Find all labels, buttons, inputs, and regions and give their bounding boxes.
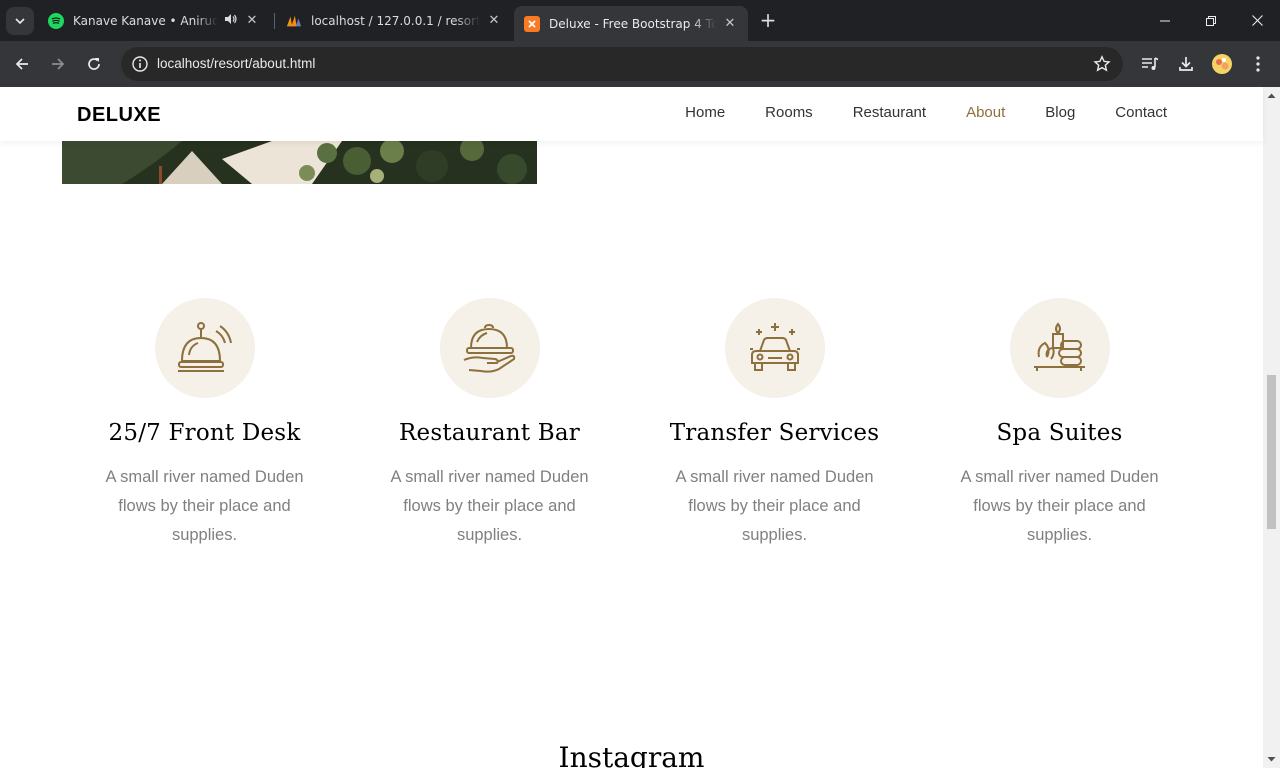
- nav-contact[interactable]: Contact: [1115, 104, 1167, 121]
- new-tab-plus-icon[interactable]: +: [758, 10, 778, 30]
- instagram-heading: Instagram: [558, 741, 705, 768]
- scrollbar-thumb[interactable]: [1267, 375, 1276, 529]
- nav-about[interactable]: About: [966, 104, 1005, 121]
- about-photo: [62, 141, 537, 184]
- close-window-icon[interactable]: [1234, 0, 1280, 41]
- service-title: Spa Suites: [996, 420, 1123, 446]
- reception-bell-icon: [177, 322, 232, 372]
- media-control-icon[interactable]: [1138, 52, 1162, 76]
- spa-stones-icon: [1033, 322, 1085, 371]
- minimize-icon[interactable]: [1142, 0, 1188, 41]
- reload-icon[interactable]: [80, 50, 108, 78]
- page-viewport: DELUXE Home Rooms Restaurant About Blog …: [0, 87, 1280, 768]
- chevron-down-icon: [15, 18, 25, 25]
- bookmark-star-icon[interactable]: [1093, 55, 1111, 77]
- service-card: Restaurant Bar A small river named Duden…: [347, 298, 632, 550]
- service-icon-circle: [724, 298, 825, 398]
- url-text[interactable]: localhost/resort/about.html: [157, 56, 315, 71]
- tab-separator: [274, 13, 275, 29]
- site-navbar: DELUXE Home Rooms Restaurant About Blog …: [0, 87, 1263, 141]
- service-title: Restaurant Bar: [399, 420, 580, 446]
- tab-phpmyadmin[interactable]: localhost / 127.0.0.1 / resort / users ✕: [276, 6, 512, 35]
- tab-strip: Kanave Kanave • Anirudh Ravichander ✕ lo…: [0, 0, 1280, 41]
- service-icon-circle: [1009, 298, 1110, 398]
- service-title: Transfer Services: [669, 420, 880, 446]
- page-scrollbar[interactable]: [1263, 87, 1280, 768]
- close-tab-icon[interactable]: ✕: [244, 13, 260, 28]
- service-text: A small river named Duden flows by their…: [105, 468, 304, 544]
- serving-dish-icon: [463, 323, 515, 373]
- speaker-icon[interactable]: [224, 13, 238, 28]
- download-icon[interactable]: [1174, 52, 1198, 76]
- car-icon: [749, 323, 800, 371]
- site-brand[interactable]: DELUXE: [77, 104, 161, 127]
- spotify-icon: [48, 12, 64, 29]
- service-text: A small river named Duden flows by their…: [675, 468, 874, 544]
- more-menu-icon[interactable]: [1246, 52, 1270, 76]
- tab-spotify[interactable]: Kanave Kanave • Anirudh Ravichander ✕: [38, 6, 270, 35]
- site-menu: Home Rooms Restaurant About Blog Contact: [645, 104, 1167, 121]
- service-card: Spa Suites A small river named Duden flo…: [917, 298, 1202, 550]
- back-arrow-icon[interactable]: [8, 50, 36, 78]
- address-bar[interactable]: localhost/resort/about.html: [121, 47, 1123, 81]
- tab-search-button[interactable]: [6, 7, 34, 35]
- browser-toolbar: localhost/resort/about.html: [0, 41, 1280, 87]
- xampp-icon: [524, 15, 540, 32]
- nav-rooms[interactable]: Rooms: [765, 104, 813, 121]
- phpmyadmin-icon: [286, 13, 302, 29]
- service-icon-circle: [154, 298, 255, 398]
- service-card: 25/7 Front Desk A small river named Dude…: [62, 298, 347, 550]
- services-section: 25/7 Front Desk A small river named Dude…: [62, 298, 1202, 558]
- tab-deluxe[interactable]: Deluxe - Free Bootstrap 4 Template ✕: [514, 6, 748, 41]
- service-text: A small river named Duden flows by their…: [390, 468, 589, 544]
- site-info-icon[interactable]: [131, 55, 149, 73]
- scroll-up-arrow-icon[interactable]: [1267, 91, 1276, 100]
- forward-arrow-icon[interactable]: [44, 50, 72, 78]
- close-tab-icon[interactable]: ✕: [486, 13, 502, 28]
- service-text: A small river named Duden flows by their…: [960, 468, 1159, 544]
- service-card: Transfer Services A small river named Du…: [632, 298, 917, 550]
- nav-home[interactable]: Home: [685, 104, 725, 121]
- nav-restaurant[interactable]: Restaurant: [853, 104, 926, 121]
- close-tab-icon[interactable]: ✕: [722, 16, 738, 31]
- service-icon-circle: [439, 298, 540, 398]
- profile-avatar-icon[interactable]: [1210, 52, 1234, 76]
- service-title: 25/7 Front Desk: [108, 420, 301, 446]
- nav-blog[interactable]: Blog: [1045, 104, 1075, 121]
- scroll-down-arrow-icon[interactable]: [1267, 755, 1276, 764]
- restore-icon[interactable]: [1188, 0, 1234, 41]
